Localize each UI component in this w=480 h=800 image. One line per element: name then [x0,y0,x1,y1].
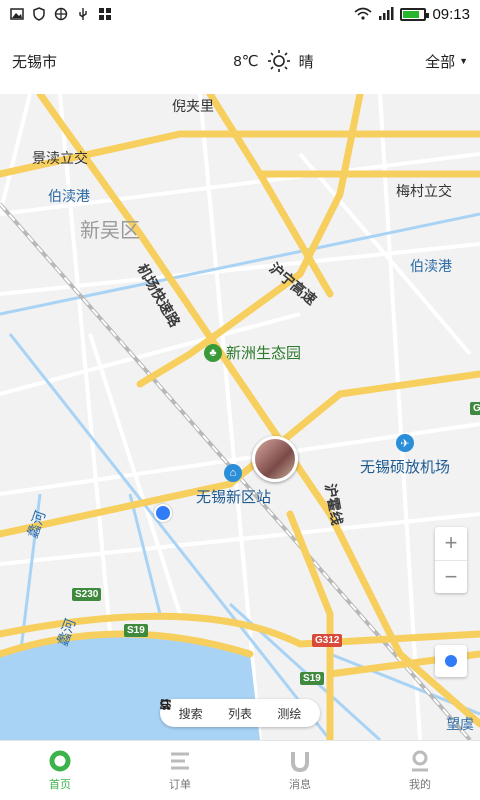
bottom-tab-bar: 首页 订单 消息 我的 [0,740,480,800]
usb-icon [79,8,87,20]
shield-s19-east: S19 [300,672,324,685]
poi-park-label: 新洲生态园 [226,345,302,362]
app-grid-icon [99,8,111,20]
train-icon: ⌂ [224,464,242,482]
user-icon [412,750,428,771]
message-icon [291,751,309,772]
user-avatar-marker[interactable] [252,436,298,482]
tab-home[interactable]: 首页 [0,741,120,800]
tab-orders-label: 订单 [169,778,191,791]
shield-icon [33,7,45,21]
globe-icon [54,7,68,21]
zoom-control: + − [435,527,467,593]
label-meicun-interchange: 梅村立交 [396,183,452,199]
temperature: 8℃ [233,53,259,70]
list-tool[interactable]: 列表 [160,700,252,722]
zoom-out-button[interactable]: − [435,561,467,594]
image-icon [10,8,24,20]
tree-icon: ♣ [204,343,222,362]
top-header: 无锡市 8℃ 晴 全部 ▼ [0,28,480,94]
sun-icon [267,50,290,72]
tab-profile[interactable]: 我的 [360,741,480,800]
weather-info: 8℃ 晴 [162,49,425,73]
home-circle-icon [49,750,71,771]
shield-g312: G312 [312,634,343,647]
tab-orders[interactable]: 订单 [120,741,240,800]
label-bodugang-west: 伯渎港 [48,188,90,204]
tab-home-label: 首页 [49,778,71,791]
zoom-in-button[interactable]: + [435,527,467,561]
label-jingdu-interchange: 景渎立交 [32,150,88,166]
map-toolbar: 搜索 列表 测绘 [160,699,320,727]
label-nijiali: 倪夹里 [172,98,214,114]
label-xinwu-district: 新吴区 [80,220,140,242]
list-label: 列表 [227,706,252,721]
orders-icon [171,752,189,769]
shield-s230: S230 [72,588,102,601]
notification-icons [10,7,112,21]
tab-profile-label: 我的 [409,778,431,791]
measure-tool[interactable]: 测绘 [160,699,302,722]
status-bar: 09:13 [0,0,480,28]
map-view[interactable]: 倪夹里 景渎立交 伯渎港 新吴区 梅村立交 伯渎港 沪宁高速 机场快速路 沪霍线… [0,94,480,740]
search-tool[interactable]: 搜索 [160,699,203,722]
measure-icon [160,699,171,710]
measure-label: 测绘 [277,706,302,721]
city-selector[interactable]: 无锡市 [12,51,162,72]
search-label: 搜索 [178,706,203,721]
poi-airport[interactable]: ✈ 无锡硕放机场 [360,434,450,477]
caret-down-icon: ▼ [459,56,468,66]
system-icons: 09:13 [354,6,470,23]
weather-condition: 晴 [298,53,314,71]
poi-airport-label: 无锡硕放机场 [360,459,451,476]
label-bodugang-east: 伯渎港 [410,258,452,274]
tab-messages[interactable]: 消息 [240,741,360,800]
label-wangyu: 望虞 [446,716,474,732]
location-dot [154,504,172,522]
airplane-icon: ✈ [396,434,414,452]
locate-icon [445,655,457,667]
scope-label: 全部 [425,53,456,71]
signal-icon [379,7,394,20]
poi-station-label: 无锡新区站 [196,489,272,506]
shield-s19-west: S19 [124,624,148,637]
tab-messages-label: 消息 [289,778,311,791]
poi-park[interactable]: ♣ 新洲生态园 [204,342,301,363]
shield-g: G [470,402,480,415]
scope-dropdown[interactable]: 全部 ▼ [425,51,468,72]
battery-icon [400,7,430,21]
clock: 09:13 [432,5,470,23]
wifi-icon [354,7,372,20]
locate-button[interactable] [435,645,467,677]
